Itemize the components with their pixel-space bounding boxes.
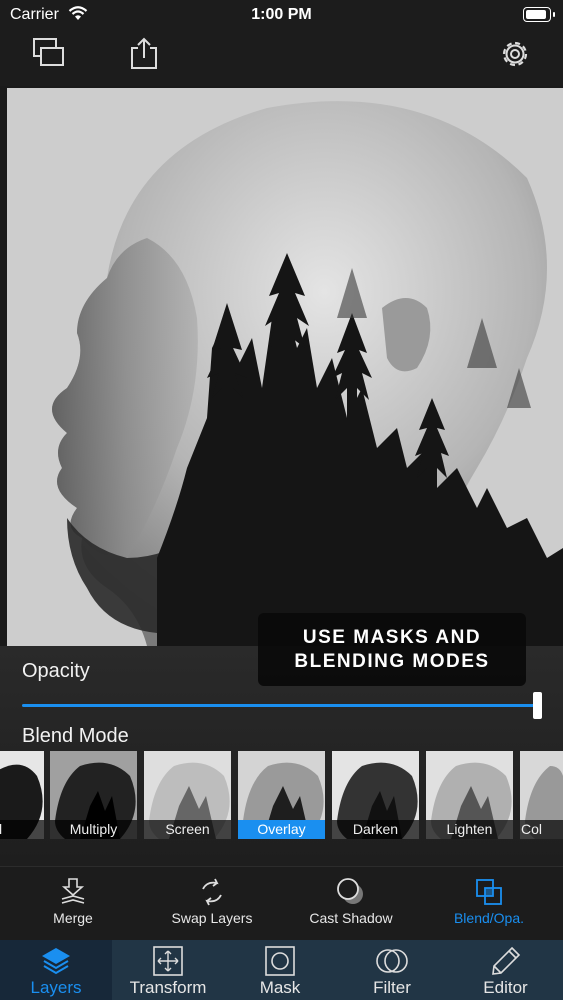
share-icon[interactable] (126, 36, 162, 72)
action-bar: Merge Swap Layers Cast Shadow Blend/Opa. (0, 867, 563, 940)
tab-mask-label: Mask (259, 978, 301, 997)
tab-bar: Layers Transform Mask Filter Editor (0, 940, 563, 1000)
swap-layers-button[interactable]: Swap Layers (157, 867, 267, 940)
swap-layers-label: Swap Layers (171, 910, 253, 926)
blend-option-label: l (0, 820, 44, 839)
tab-transform-label: Transform (129, 978, 207, 997)
opacity-slider-thumb[interactable] (533, 692, 542, 719)
cast-shadow-button[interactable]: Cast Shadow (295, 867, 407, 940)
tab-layers[interactable]: Layers (0, 940, 112, 1000)
blend-mode-label: Blend Mode (22, 725, 129, 747)
merge-label: Merge (53, 910, 93, 926)
tab-mask[interactable]: Mask (224, 940, 336, 1000)
blend-opacity-button[interactable]: Blend/Opa. (434, 867, 544, 940)
blend-mode-strip[interactable]: l Multiply Screen Overlay Darken Lighten… (0, 751, 563, 839)
blend-option-darken[interactable]: Darken (332, 751, 419, 839)
double-exposure-image (7, 88, 563, 646)
photo-canvas[interactable] (7, 88, 563, 646)
merge-button[interactable]: Merge (23, 867, 123, 940)
blend-opacity-label: Blend/Opa. (453, 910, 525, 926)
blend-option-overlay[interactable]: Overlay (238, 751, 325, 839)
opacity-label: Opacity (22, 660, 90, 682)
blend-option-lighten[interactable]: Lighten (426, 751, 513, 839)
blend-option-screen[interactable]: Screen (144, 751, 231, 839)
tab-editor-label: Editor (483, 978, 528, 997)
blend-option-label: Overlay (238, 820, 325, 839)
tab-editor[interactable]: Editor (448, 940, 563, 1000)
tab-filter-label: Filter (373, 978, 411, 997)
opacity-slider-track[interactable] (22, 704, 540, 707)
transform-icon (153, 946, 183, 976)
blend-option-label: Screen (144, 820, 231, 839)
promo-text: USE MASKS AND BLENDING MODES (294, 626, 490, 672)
tab-filter[interactable]: Filter (336, 940, 448, 1000)
status-time: 1:00 PM (251, 6, 312, 23)
blend-option-label: Lighten (426, 820, 513, 839)
tab-transform[interactable]: Transform (112, 940, 224, 1000)
gear-icon[interactable] (497, 36, 533, 72)
top-toolbar (0, 30, 563, 86)
blend-option-label: Multiply (50, 820, 137, 839)
blend-option-label: Col (520, 820, 563, 839)
promo-banner: USE MASKS AND BLENDING MODES (258, 613, 526, 686)
filter-icon (376, 949, 408, 973)
cast-shadow-label: Cast Shadow (309, 910, 393, 926)
mask-icon (265, 946, 295, 976)
tab-layers-label: Layers (30, 978, 82, 997)
shadow-icon (337, 878, 363, 904)
blend-option-partial-left[interactable]: l (0, 751, 44, 839)
battery-icon (523, 7, 555, 22)
pencil-icon (491, 946, 520, 975)
blend-option-label: Darken (332, 820, 419, 839)
layers-icon (42, 948, 70, 975)
blend-option-multiply[interactable]: Multiply (50, 751, 137, 839)
swap-icon (202, 878, 222, 906)
merge-icon (61, 878, 85, 904)
blend-option-partial-right[interactable]: Col (520, 751, 563, 839)
layers-copy-icon[interactable] (31, 36, 67, 72)
blend-icon (476, 879, 502, 905)
status-bar: Carrier 1:00 PM (0, 0, 563, 30)
